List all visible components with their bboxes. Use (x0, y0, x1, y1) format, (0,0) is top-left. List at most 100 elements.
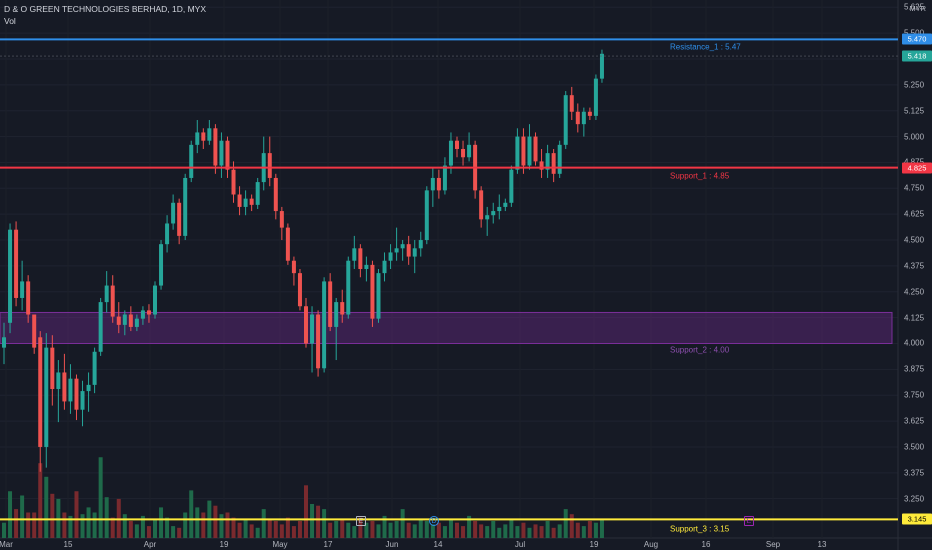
candle (533, 132, 538, 166)
volume-bar (243, 519, 248, 538)
x-tick-label: 13 (817, 540, 827, 549)
candle (412, 240, 417, 274)
event-marker-icon[interactable]: D (429, 516, 439, 526)
volume-bar (14, 509, 19, 538)
volume-bar (74, 491, 79, 538)
candle-body (50, 347, 55, 390)
volume-bar (497, 527, 502, 538)
candle-body (479, 190, 484, 220)
candle (328, 273, 333, 332)
volume-bar (533, 524, 538, 538)
support-2-zone (0, 311, 893, 344)
volume-bar (503, 524, 508, 538)
volume-bar (38, 463, 43, 538)
volume-bar (539, 526, 544, 538)
volume-bar (545, 521, 550, 538)
candle (352, 235, 357, 269)
candle (436, 169, 441, 199)
volume-bar (159, 507, 164, 538)
x-tick-label: 19 (219, 540, 229, 549)
candle-body (316, 314, 321, 369)
x-tick-label: Aug (643, 540, 659, 549)
candle (104, 271, 109, 313)
volume-bar (406, 522, 411, 538)
candle (80, 380, 85, 427)
volume-bar (255, 527, 260, 538)
volume-bar (92, 512, 97, 538)
price-tag: 4.825 (902, 162, 932, 174)
volume-bar (448, 519, 453, 538)
x-tick-label: Mar (0, 540, 13, 549)
candle-body (304, 306, 308, 344)
volume-bar (334, 521, 339, 538)
x-tick-label: 16 (701, 540, 711, 549)
candle-body (370, 264, 375, 319)
volume-bar (370, 521, 375, 538)
last-price-tag: 5.418 (902, 50, 932, 62)
chart-canvas (0, 0, 932, 550)
candle (569, 86, 574, 121)
candle (599, 49, 604, 83)
candle-body (533, 136, 538, 162)
volume-bar (557, 524, 562, 538)
candle-body (412, 248, 417, 257)
candle (267, 136, 272, 187)
volume-bar (515, 526, 520, 538)
price-tag: 5.470 (902, 33, 932, 45)
volume-bar (424, 521, 429, 538)
volume-bar (189, 490, 194, 538)
volume-bar (26, 512, 31, 538)
candle (110, 275, 115, 323)
candle (491, 202, 496, 224)
candle (358, 244, 363, 278)
volume-bar (509, 519, 514, 538)
volume-bar (134, 524, 139, 538)
candle (213, 124, 218, 174)
volume-bar (599, 519, 604, 538)
volume-bar (32, 512, 37, 538)
candle (479, 186, 484, 228)
volume-bar (165, 517, 170, 538)
candle-body (340, 302, 345, 315)
candle-body (491, 211, 496, 216)
volume-bar (587, 521, 592, 538)
volume-bar (593, 522, 598, 538)
candle-body (515, 136, 520, 170)
candle (195, 120, 200, 154)
candle (183, 173, 188, 241)
y-tick-label: 5.125 (904, 106, 925, 116)
volume-bar (183, 512, 188, 538)
volume-bar (346, 522, 351, 538)
candle-body (521, 136, 526, 166)
candle (563, 91, 568, 149)
candle (74, 374, 79, 421)
candle-body (557, 144, 562, 174)
candle-body (165, 223, 170, 245)
event-marker-icon[interactable]: E (744, 516, 754, 526)
candle-body (430, 177, 435, 191)
candle-body (503, 202, 508, 207)
candle-body (201, 132, 206, 141)
volume-bar (231, 517, 236, 538)
volume-bar (479, 524, 484, 538)
candle (219, 132, 224, 178)
candle-body (237, 194, 242, 207)
candle (418, 231, 423, 257)
candle-body (110, 285, 115, 317)
volume-bar (304, 485, 308, 538)
volume-bar (436, 522, 441, 538)
candle-body (207, 128, 212, 141)
volume-bar (20, 495, 25, 538)
candle-body (364, 264, 369, 269)
volume-bar (98, 457, 103, 538)
candle-body (599, 53, 604, 79)
price-tag: 3.145 (902, 513, 932, 525)
volume-bar (340, 519, 345, 538)
candle (243, 190, 248, 216)
candle (38, 331, 43, 472)
x-tick-label: 15 (63, 540, 73, 549)
volume-bar (376, 524, 381, 538)
candle-body (80, 391, 85, 410)
volume-bar (388, 522, 393, 538)
event-marker-icon[interactable]: E (356, 516, 366, 526)
